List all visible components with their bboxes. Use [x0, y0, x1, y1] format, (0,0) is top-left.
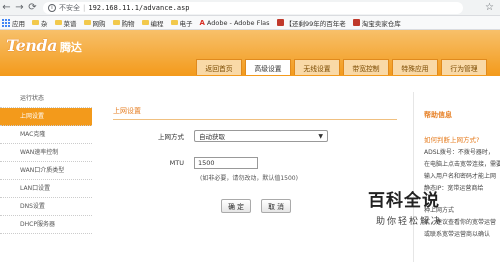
folder-icon: [83, 20, 91, 25]
tab-special-apps[interactable]: 特殊应用: [392, 59, 438, 75]
help-line: 或联系宽带运营商以确认: [424, 231, 491, 238]
bookmark-star-icon[interactable]: ☆: [485, 2, 494, 13]
tab-behavior[interactable]: 行为管理: [441, 59, 487, 75]
mode-row: 上网方式 自动获取 ▼: [134, 130, 328, 142]
watermark-subtitle: 助你轻松解决: [376, 217, 443, 227]
router-header: Tenda 腾达 返回首页 高级设置 无线设置 带宽控制 特殊应用 行为管理: [0, 30, 500, 76]
ok-button[interactable]: 确 定: [221, 199, 251, 213]
bookmark-adobe[interactable]: A Adobe - Adobe Flas: [200, 19, 270, 27]
bookmark-folder[interactable]: 杂: [32, 18, 48, 28]
brand-name-cn: 腾达: [59, 41, 82, 54]
section-title: 上网设置: [113, 106, 397, 120]
apps-grid-icon: [2, 18, 10, 27]
help-line: 输入用户名和密码才能上网: [424, 173, 497, 180]
url-text[interactable]: 192.168.11.1/advance.asp: [88, 4, 189, 12]
mtu-input[interactable]: 1500: [194, 157, 258, 169]
tenda-logo: Tenda 腾达: [6, 36, 82, 55]
adobe-icon: A: [199, 18, 205, 27]
help-line: ADSL拨号：不拨号器时，: [424, 149, 494, 156]
internet-settings-panel: 上网设置: [113, 106, 397, 120]
help-panel: 帮助信息 如何判断上网方式? ADSL拨号：不拨号器时， 在电脑上点击宽带连接，…: [413, 92, 500, 262]
sidebar-item-status[interactable]: 运行状态: [0, 90, 92, 108]
mtu-row: MTU 1500: [134, 157, 258, 169]
url-separator: |: [83, 3, 86, 12]
mode-value: 自动获取: [199, 133, 225, 141]
folder-icon: [141, 20, 149, 25]
bookmark-folder[interactable]: 编程: [141, 18, 164, 28]
folder-icon: [170, 20, 178, 25]
bookmark-folder[interactable]: 菜谱: [54, 18, 77, 28]
watermark: 百科全说 助你轻松解决: [368, 186, 442, 227]
mtu-hint-row: (如非必要，请勿改动，默认值1500): [200, 173, 298, 182]
url-bar[interactable]: i 不安全 | 192.168.11.1/advance.asp: [43, 1, 463, 14]
bookmark-folder[interactable]: 网购: [83, 18, 106, 28]
sidebar-item-lan[interactable]: LAN口设置: [0, 180, 92, 198]
bookmark-label: 杂: [41, 19, 48, 28]
forward-arrow-icon[interactable]: →: [13, 1, 26, 14]
mtu-hint: (如非必要，请勿改动，默认值1500): [200, 175, 298, 182]
browser-address-bar: ← → ⟳ i 不安全 | 192.168.11.1/advance.asp ☆: [0, 0, 500, 16]
mode-select[interactable]: 自动获取 ▼: [194, 130, 328, 142]
folder-icon: [32, 20, 39, 25]
sidebar-item-internet[interactable]: 上网设置: [0, 108, 92, 126]
tab-advanced[interactable]: 高级设置: [245, 59, 291, 75]
bookmark-label: 网购: [92, 19, 106, 28]
help-title: 帮助信息: [424, 111, 452, 119]
sidebar-item-mac-clone[interactable]: MAC克隆: [0, 126, 92, 144]
brand-name: Tenda: [6, 36, 57, 55]
sidebar-item-dns[interactable]: DNS设置: [0, 198, 92, 216]
favicon-icon: [276, 19, 284, 26]
chevron-down-icon: ▼: [318, 132, 323, 140]
bookmark-label: 应用: [12, 19, 25, 28]
bookmark-label: 淘宝卖家仓库: [361, 19, 401, 28]
bookmark-label: Adobe - Adobe Flas: [206, 18, 270, 27]
folder-icon: [54, 20, 62, 25]
bookmark-link[interactable]: 【还剩99年的百年老: [276, 18, 346, 28]
bookmark-folder[interactable]: 购物: [112, 18, 135, 28]
main-tabs: 返回首页 高级设置 无线设置 带宽控制 特殊应用 行为管理: [196, 59, 487, 75]
bookmark-label: 电子: [179, 19, 193, 28]
bookmark-label: 菜谱: [63, 19, 77, 28]
tab-home[interactable]: 返回首页: [196, 59, 242, 75]
mode-label: 上网方式: [158, 133, 184, 141]
help-question: 如何判断上网方式?: [424, 136, 480, 144]
sidebar: 运行状态 上网设置 MAC克隆 WAN速率控制 WAN口介质类型 LAN口设置 …: [0, 90, 92, 234]
bookmark-label: 【还剩99年的百年老: [285, 19, 346, 28]
info-icon[interactable]: i: [48, 3, 56, 12]
mtu-label: MTU: [169, 159, 184, 167]
bookmark-apps[interactable]: 应用: [2, 18, 25, 28]
tab-wireless[interactable]: 无线设置: [294, 59, 340, 75]
favicon-icon: [352, 19, 360, 26]
tab-bandwidth[interactable]: 带宽控制: [343, 59, 389, 75]
folder-icon: [112, 20, 120, 25]
bookmarks-bar: 应用 杂 菜谱 网购 购物 编程 电子 A Adobe - Adobe Flas …: [0, 16, 500, 30]
bookmark-link[interactable]: 淘宝卖家仓库: [352, 18, 401, 28]
bookmark-folder[interactable]: 电子: [170, 18, 193, 28]
sidebar-item-wan-speed[interactable]: WAN速率控制: [0, 144, 92, 162]
back-arrow-icon[interactable]: ←: [0, 1, 13, 14]
bookmark-label: 编程: [150, 19, 164, 28]
insecure-label: 不安全: [59, 3, 80, 12]
reload-icon[interactable]: ⟳: [26, 1, 39, 14]
cancel-button[interactable]: 取 消: [261, 199, 291, 213]
watermark-title: 百科全说: [368, 191, 440, 211]
sidebar-item-dhcp[interactable]: DHCP服务器: [0, 216, 92, 234]
sidebar-item-wan-media[interactable]: WAN口介质类型: [0, 162, 92, 180]
mtu-value: 1500: [198, 159, 215, 167]
help-line: 在电脑上点击宽带连接，需要: [424, 161, 500, 168]
bookmark-label: 购物: [121, 19, 135, 28]
